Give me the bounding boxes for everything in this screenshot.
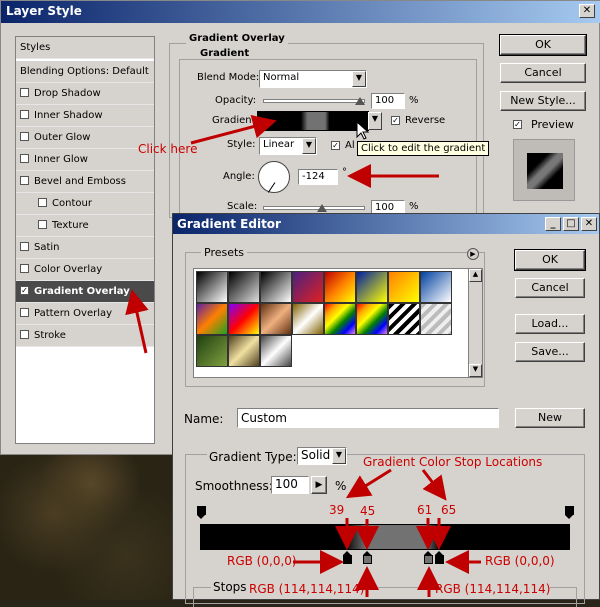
cursor-icon: [356, 121, 370, 140]
editor-annotation-arrows: [293, 468, 481, 597]
gradient-editor-window: Gradient Editor _ □ ✕ Presets ▶ ▲ ▼ OK C…: [172, 213, 600, 607]
arrow-to-gradient: [190, 114, 277, 145]
arrow-title-left: [345, 468, 392, 499]
arrow-title-right: [421, 469, 447, 501]
arrow-to-gradient-overlay: [125, 289, 149, 354]
background-image: [0, 455, 180, 600]
